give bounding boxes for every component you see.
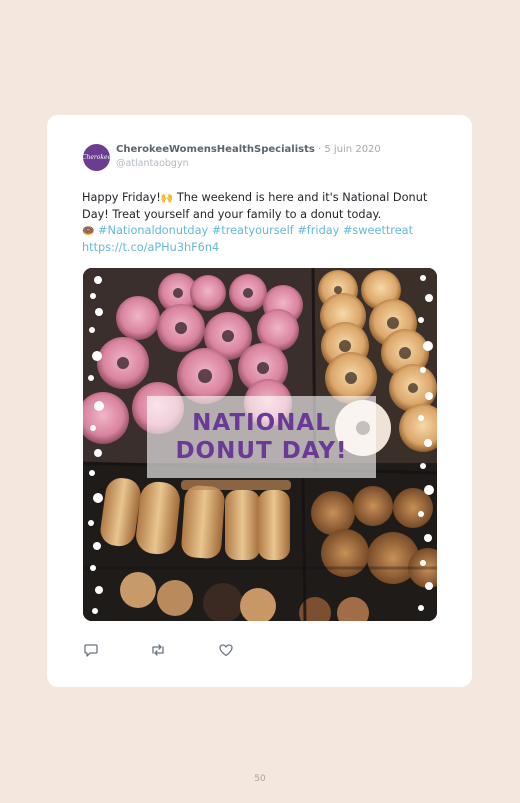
banner-line-1: NATIONAL <box>192 410 331 436</box>
reply-icon[interactable] <box>83 642 99 658</box>
page-number: 50 <box>254 774 266 784</box>
hashtag-treatyourself[interactable]: #treatyourself <box>212 224 294 237</box>
donut-photo[interactable]: NATIONAL DONUT DAY! <box>83 268 437 621</box>
avatar[interactable]: Cherokee <box>81 144 112 171</box>
author-name[interactable]: CherokeeWomensHealthSpecialists <box>116 144 315 155</box>
post-date[interactable]: · 5 juin 2020 <box>318 144 381 155</box>
like-icon[interactable] <box>218 642 234 658</box>
hashtag-friday[interactable]: #friday <box>297 224 339 237</box>
author-line: CherokeeWomensHealthSpecialists · 5 juin… <box>116 144 381 155</box>
retweet-icon[interactable] <box>150 642 166 658</box>
hashtag-nationaldonutday[interactable]: #Nationaldonutday <box>98 224 208 237</box>
tweet-text-intro: Happy Friday! <box>82 191 161 204</box>
author-handle[interactable]: @atlantaobgyn <box>116 158 189 169</box>
hashtag-sweettreat[interactable]: #sweettreat <box>343 224 413 237</box>
donut-icon: 🍩 <box>82 226 95 237</box>
tweet-text: Happy Friday!🙌 The weekend is here and i… <box>82 190 442 256</box>
tweet-actions <box>83 642 243 660</box>
raised-hands-icon: 🙌 <box>160 193 174 204</box>
tweet-card: Cherokee CherokeeWomensHealthSpecialists… <box>47 115 472 687</box>
national-donut-day-banner: NATIONAL DONUT DAY! <box>147 396 376 478</box>
avatar-text: Cherokee <box>81 154 112 161</box>
banner-line-2: DONUT DAY! <box>175 438 348 464</box>
tweet-link[interactable]: https://t.co/aPHu3hF6n4 <box>82 241 219 254</box>
